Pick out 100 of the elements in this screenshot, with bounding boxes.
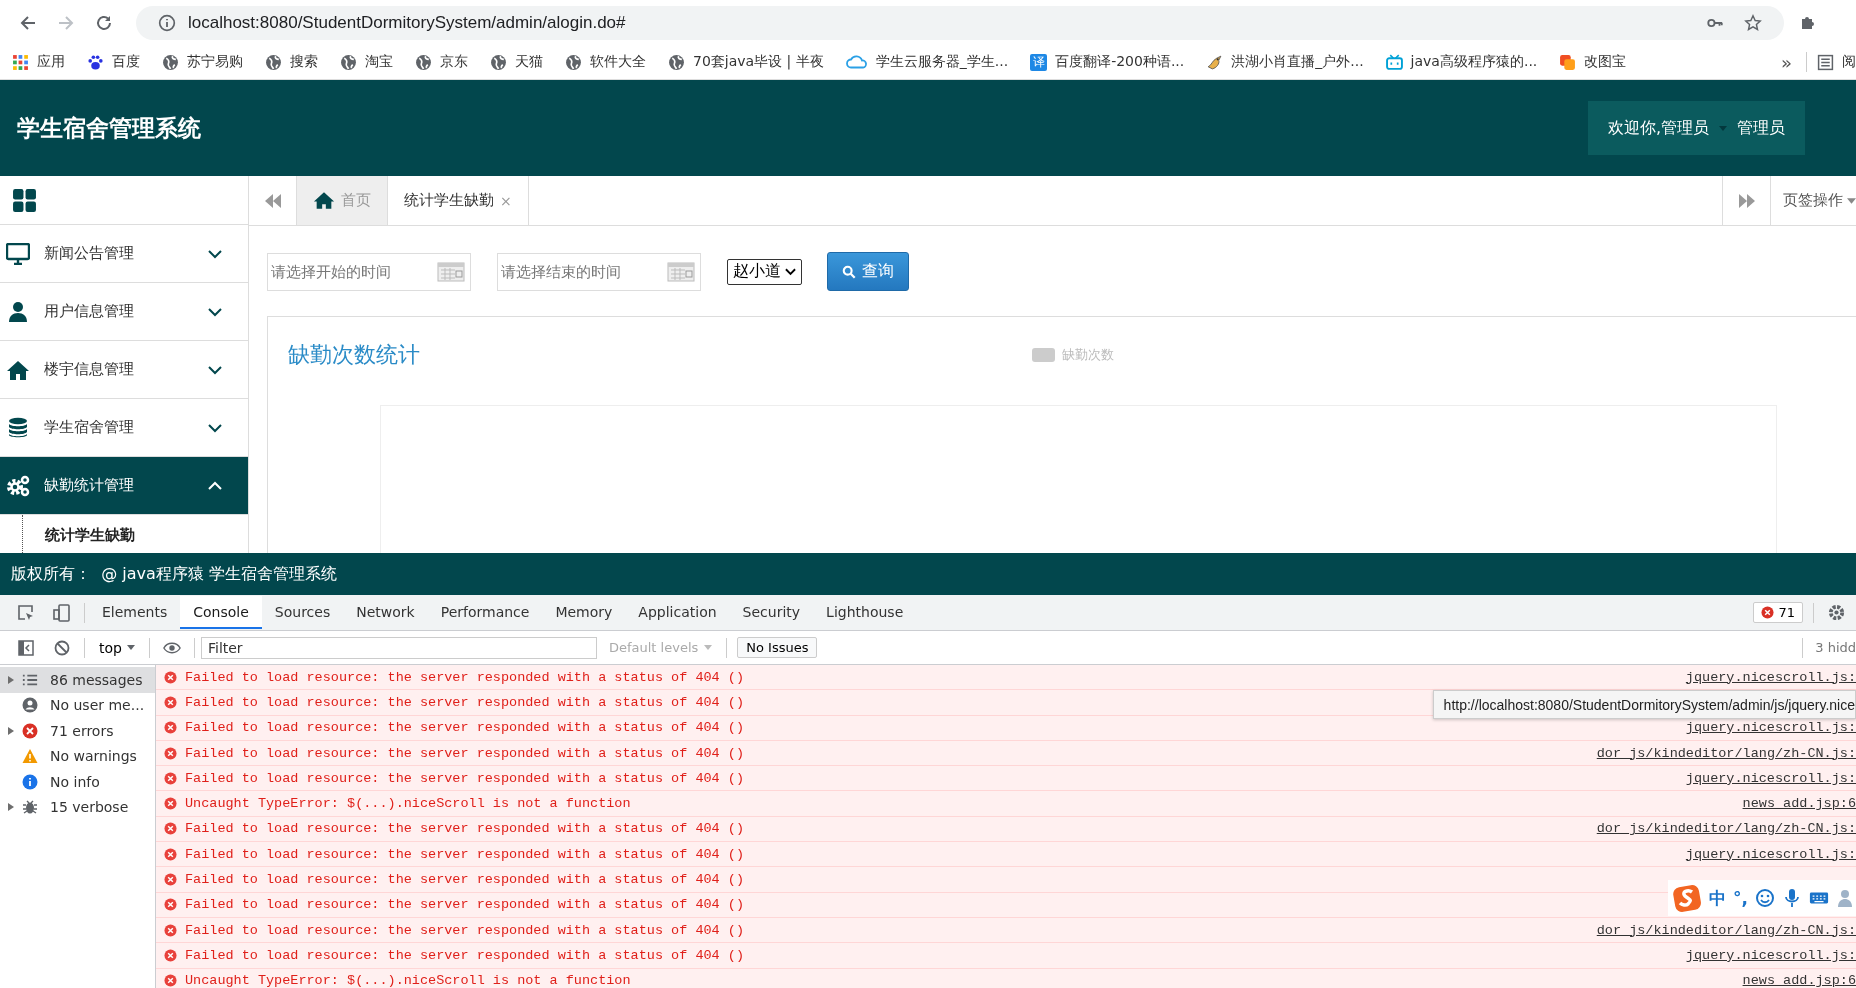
source-link[interactable]: jquery.nicescroll.js:: [1685, 669, 1856, 685]
source-link[interactable]: jquery.nicescroll.js:: [1685, 720, 1856, 736]
search-icon: [842, 264, 856, 279]
console-error-message: Failed to load resource: the server responded with a status of 404 (): [185, 947, 744, 963]
globe-icon: [490, 53, 507, 71]
console-error-message: Failed to load resource: the server responded with a status of 404 (): [185, 720, 744, 736]
source-link[interactable]: news_add.jsp:6: [1742, 973, 1856, 988]
console-filter-item[interactable]: 71 errors: [0, 718, 155, 744]
home-icon: [6, 358, 30, 381]
console-error-message: Failed to load resource: the server responded with a status of 404 (): [185, 770, 744, 786]
bookmark-link[interactable]: 洪湖小肖直播_户外...: [1206, 53, 1364, 71]
error-icon: [164, 771, 177, 785]
double-left-icon: [263, 193, 282, 208]
console-error-message: Failed to load resource: the server responded with a status of 404 (): [185, 821, 744, 837]
bookmark-link[interactable]: 改图宝: [1559, 53, 1627, 71]
context-dropdown[interactable]: top: [89, 639, 145, 656]
globe-icon: [668, 53, 685, 71]
console-filter-item[interactable]: No warnings: [0, 743, 155, 769]
user-menu[interactable]: 欢迎你,管理员 管理员: [1587, 101, 1805, 155]
info-icon[interactable]: [158, 13, 176, 32]
devtools-tab[interactable]: Network: [343, 596, 428, 629]
source-link[interactable]: dor_js/kindeditor/lang/zh-CN.js:: [1596, 922, 1856, 938]
error-icon: [164, 898, 177, 912]
bookmark-link[interactable]: 译 百度翻译-200种语...: [1030, 53, 1185, 71]
bookmark-link[interactable]: 70套java毕设 | 半夜: [668, 53, 824, 71]
bookmark-link[interactable]: 学生云服务器_学生...: [845, 53, 1009, 71]
student-select[interactable]: 赵小道: [727, 258, 802, 285]
error-icon: [164, 797, 177, 811]
bookmark-link[interactable]: 淘宝: [340, 53, 393, 71]
caret-down-icon: [126, 645, 135, 650]
console-filter-item[interactable]: 86 messages: [0, 667, 155, 693]
bookmark-link[interactable]: 京东: [415, 53, 468, 71]
devtools-tab[interactable]: Memory: [542, 596, 626, 629]
error-count-badge[interactable]: 71: [1753, 602, 1803, 623]
devtools-tab[interactable]: Application: [625, 596, 730, 629]
inspect-icon[interactable]: [17, 603, 35, 622]
bookmark-link[interactable]: java高级程序猿的...: [1385, 53, 1538, 71]
source-link[interactable]: jquery.nicescroll.js:: [1685, 846, 1856, 862]
issues-button[interactable]: No Issues: [737, 637, 818, 658]
star-icon[interactable]: [1744, 13, 1762, 32]
filter-field[interactable]: Filter: [200, 636, 597, 659]
url-tooltip: http://localhost:8080/StudentDormitorySystem/admin/js/jquery.nice: [1432, 690, 1856, 719]
chart-title: 缺勤次数统计: [288, 341, 421, 369]
bookmark-link[interactable]: 百度: [87, 53, 140, 71]
chevron-down-icon: [208, 306, 222, 317]
source-link[interactable]: dor_js/kindeditor/lang/zh-CN.js:: [1596, 745, 1856, 761]
source-link[interactable]: dor_js/kindeditor/lang/zh-CN.js:: [1596, 821, 1856, 837]
console-filter-item[interactable]: No user me...: [0, 692, 155, 718]
tab-actions-dropdown[interactable]: 页签操作: [1770, 176, 1856, 225]
query-button[interactable]: 查询: [827, 252, 909, 291]
console-error-message: Failed to load resource: the server responded with a status of 404 (): [185, 694, 744, 710]
smiley-icon[interactable]: [1754, 888, 1775, 908]
address-bar[interactable]: localhost:8080/StudentDormitorySystem/admin/alogin.do#: [136, 5, 1784, 40]
devtools-tab[interactable]: Lighthouse: [813, 596, 917, 629]
end-date-field[interactable]: 请选择结束的时间: [497, 252, 701, 291]
bookmark-link[interactable]: 软件大全: [565, 53, 646, 71]
error-icon: [164, 695, 177, 709]
clear-console-icon[interactable]: [53, 638, 71, 657]
tiles-icon: [1559, 53, 1577, 71]
settings-icon[interactable]: [1827, 603, 1846, 622]
devtools-tab[interactable]: Console: [180, 596, 262, 629]
chevron-down-icon: [208, 364, 222, 375]
error-icon: [164, 822, 177, 836]
source-link[interactable]: jquery.nicescroll.js:: [1685, 770, 1856, 786]
cloud-icon: [845, 53, 868, 71]
console-filter-item[interactable]: No info: [0, 769, 155, 795]
bug-icon: [22, 799, 38, 816]
console-error-message: Failed to load resource: the server responded with a status of 404 (): [185, 669, 744, 685]
error-icon: [164, 948, 177, 962]
console-error-message: Failed to load resource: the server responded with a status of 404 (): [185, 897, 744, 913]
bookmark-link[interactable]: 应用: [12, 53, 65, 71]
chevron-down-icon: [785, 267, 796, 276]
console-error-message: Failed to load resource: the server responded with a status of 404 (): [185, 846, 744, 862]
tv-icon: [1385, 53, 1403, 71]
start-date-field[interactable]: 请选择开始的时间: [267, 252, 471, 291]
sidebar-menu-item[interactable]: 楼宇信息管理: [0, 341, 248, 399]
bookmark-link[interactable]: 搜索: [265, 53, 318, 71]
device-icon[interactable]: [53, 603, 71, 622]
ime-language-toggle[interactable]: 中: [1709, 886, 1726, 910]
sidebar-toggle-icon[interactable]: [17, 638, 35, 657]
error-icon: [164, 746, 177, 760]
more-bookmarks-button[interactable]: »: [1781, 51, 1792, 73]
ime-punctuation-toggle[interactable]: °,: [1733, 888, 1748, 908]
grid-icon[interactable]: [12, 187, 37, 213]
bookmark-link[interactable]: 苏宁易购: [162, 53, 243, 71]
devtools-tab[interactable]: Elements: [89, 596, 181, 629]
sidebar-menu-item[interactable]: 用户信息管理: [0, 283, 248, 341]
devtools-tab[interactable]: Sources: [261, 596, 344, 629]
devtools-tab[interactable]: Security: [729, 596, 814, 629]
sidebar-menu-item[interactable]: 新闻公告管理: [0, 225, 248, 283]
console-filter-item[interactable]: 15 verbose: [0, 794, 155, 820]
translate-icon: 译: [1030, 53, 1048, 71]
devtools-tab[interactable]: Performance: [427, 596, 543, 629]
ime-logo-icon[interactable]: [1672, 883, 1702, 913]
source-link[interactable]: news_add.jsp:6: [1742, 796, 1856, 812]
sidebar-menu-item[interactable]: 缺勤统计管理: [0, 457, 248, 515]
home-icon: [313, 191, 335, 210]
source-link[interactable]: jquery.nicescroll.js:: [1685, 947, 1856, 963]
reading-list-button[interactable]: 阅: [1817, 53, 1856, 71]
bookmark-link[interactable]: 天猫: [490, 53, 543, 71]
